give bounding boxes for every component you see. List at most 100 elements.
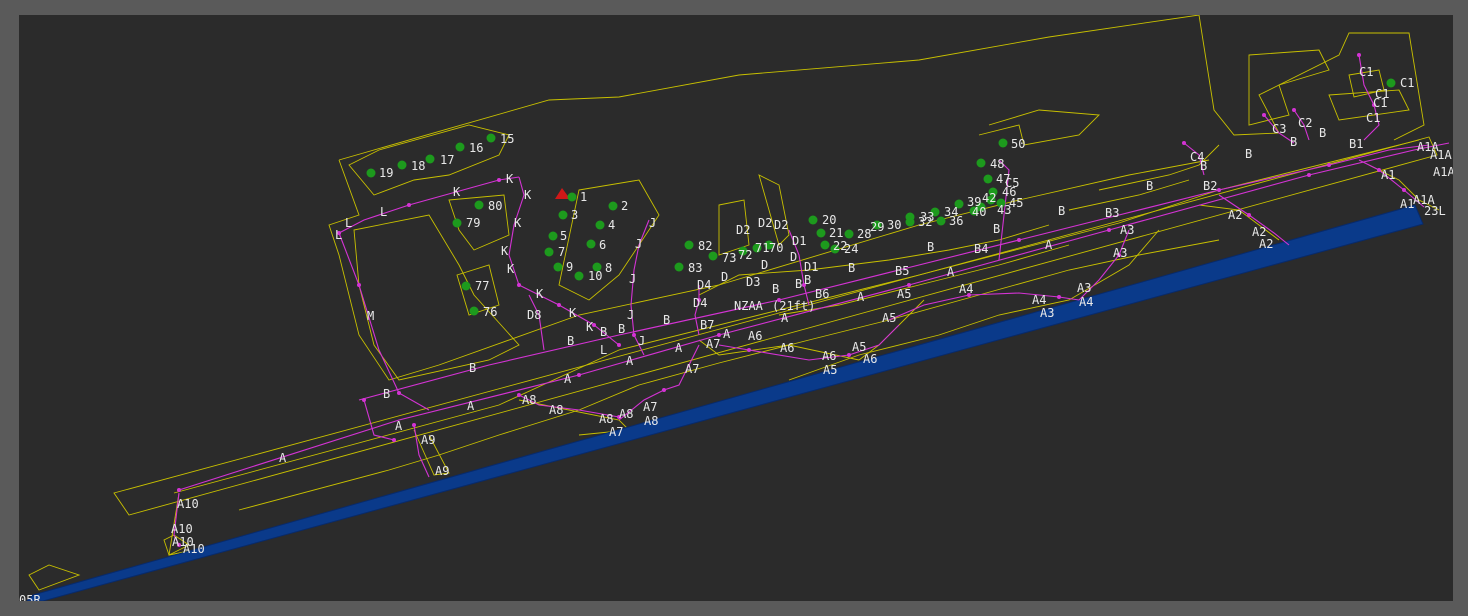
airport-diagram: 1 2 3 4 5 6 7 8 9 10 15 16 17 18 19 20 2… xyxy=(19,14,1455,607)
taxiway-label: A6 xyxy=(780,341,794,355)
gate-label: 79 xyxy=(466,216,480,230)
taxiway-label: K xyxy=(569,306,577,320)
taxiway-label: B1 xyxy=(1349,137,1363,151)
taxiway-label: A xyxy=(857,290,865,304)
gate-label: 80 xyxy=(488,199,502,213)
taxiway-label: J xyxy=(649,216,656,230)
gate-label: 77 xyxy=(475,279,489,293)
taxiway-label: J xyxy=(627,308,634,322)
taxiway-label: A7 xyxy=(685,362,699,376)
taxiway-label: A10 xyxy=(171,522,193,536)
taxiway-label: B xyxy=(848,261,855,275)
taxiway-label: B xyxy=(1058,204,1065,218)
taxiway-label: D2 xyxy=(774,218,788,232)
gate-label: 7 xyxy=(558,245,565,259)
gate-label: 50 xyxy=(1011,137,1025,151)
taxiway-label: B xyxy=(383,387,390,401)
taxiway-label: D2 xyxy=(736,223,750,237)
taxiway-label: C1 xyxy=(1359,65,1373,79)
airport-elevation: (21ft) xyxy=(772,299,815,313)
taxiway-label: M xyxy=(367,309,374,323)
gate-label: 5 xyxy=(560,229,567,243)
taxiway-label: A7 xyxy=(706,337,720,351)
taxiway-label: A10 xyxy=(183,542,205,556)
taxiway-label: B xyxy=(1245,147,1252,161)
gate-label: 29 xyxy=(870,220,884,234)
taxiway-label: J xyxy=(629,272,636,286)
taxiway-label: L xyxy=(345,216,352,230)
taxiway-label: D4 xyxy=(693,296,707,310)
taxiway-label: A10 xyxy=(177,497,199,511)
taxiway-label: A4 xyxy=(1032,293,1046,307)
taxiway-label: A xyxy=(675,341,683,355)
gate-label: 73 xyxy=(722,251,736,265)
taxiway-label: L xyxy=(600,343,607,357)
taxiway-label: A xyxy=(395,419,403,433)
gate-label: 8 xyxy=(605,261,612,275)
taxiway-label: K xyxy=(501,244,509,258)
taxiway-label: K xyxy=(453,185,461,199)
taxiway-label: A xyxy=(626,354,634,368)
taxiway-label: K xyxy=(536,287,544,301)
taxiway-label: D1 xyxy=(792,234,806,248)
taxiway-label: A7 xyxy=(643,400,657,414)
taxiway-label: J xyxy=(635,237,642,251)
taxiway-label: C3 xyxy=(1272,122,1286,136)
taxiway-label: A8 xyxy=(549,403,563,417)
taxiway-label: B3 xyxy=(1105,206,1119,220)
taxiway-label: B4 xyxy=(974,242,988,256)
taxiway-label: B xyxy=(469,361,476,375)
taxiway-label: B xyxy=(1319,126,1326,140)
taxiway-label: A8 xyxy=(599,412,613,426)
airport-map[interactable]: 1 2 3 4 5 6 7 8 9 10 15 16 17 18 19 20 2… xyxy=(19,14,1455,607)
taxiway-label: A3 xyxy=(1040,306,1054,320)
taxiway-label: B xyxy=(618,322,625,336)
taxiway-label: D3 xyxy=(746,275,760,289)
gate-label: 9 xyxy=(566,260,573,274)
gate-label: 3 xyxy=(571,208,578,222)
gate-label: 6 xyxy=(599,238,606,252)
gate-label: 21 xyxy=(829,226,843,240)
gate-label: 33 xyxy=(920,210,934,224)
taxiway-label: D xyxy=(790,250,797,264)
taxiway-label: K xyxy=(524,188,532,202)
taxiway-label: A7 xyxy=(609,425,623,439)
taxiway-label: A6 xyxy=(748,329,762,343)
taxiway-label: B5 xyxy=(895,264,909,278)
taxiway-label: C2 xyxy=(1298,116,1312,130)
taxiway-label: A8 xyxy=(522,393,536,407)
taxiway-label: B xyxy=(1290,135,1297,149)
taxiway-label: B xyxy=(927,240,934,254)
taxiway-label: A6 xyxy=(863,352,877,366)
taxiway-label: D2 xyxy=(758,216,772,230)
gate-label: 2 xyxy=(621,199,628,213)
gate-label: 72 xyxy=(738,248,752,262)
taxiway-label: B xyxy=(567,334,574,348)
gate-label: 1 xyxy=(580,190,587,204)
taxiway-label: C1 xyxy=(1373,96,1387,110)
taxiway-label: K xyxy=(514,216,522,230)
taxiway-label: B xyxy=(663,313,670,327)
taxiway-label: D xyxy=(761,258,768,272)
gate-label: 24 xyxy=(844,242,858,256)
taxiway-label: A5 xyxy=(882,311,896,325)
gate-label: 4 xyxy=(608,218,615,232)
taxiway-label: A xyxy=(564,372,572,386)
taxiway-label: A xyxy=(723,327,731,341)
taxiway-label: A3 xyxy=(1077,281,1091,295)
gate-label: 10 xyxy=(588,269,602,283)
taxiway-label: K xyxy=(586,320,594,334)
gate-label: 15 xyxy=(500,132,514,146)
gate-label: 40 xyxy=(972,205,986,219)
gate-label: C1 xyxy=(1400,76,1414,90)
gate-label: 17 xyxy=(440,153,454,167)
taxiway-label: K xyxy=(507,262,515,276)
taxiway-label: L xyxy=(380,205,387,219)
taxiway-label: B xyxy=(795,277,802,291)
gate-label: 48 xyxy=(990,157,1004,171)
gate-label: 30 xyxy=(887,218,901,232)
taxiway-label: B6 xyxy=(815,287,829,301)
taxiway-label: A xyxy=(781,311,789,325)
gate-dots xyxy=(366,78,1396,316)
taxiway-label: A9 xyxy=(421,433,435,447)
